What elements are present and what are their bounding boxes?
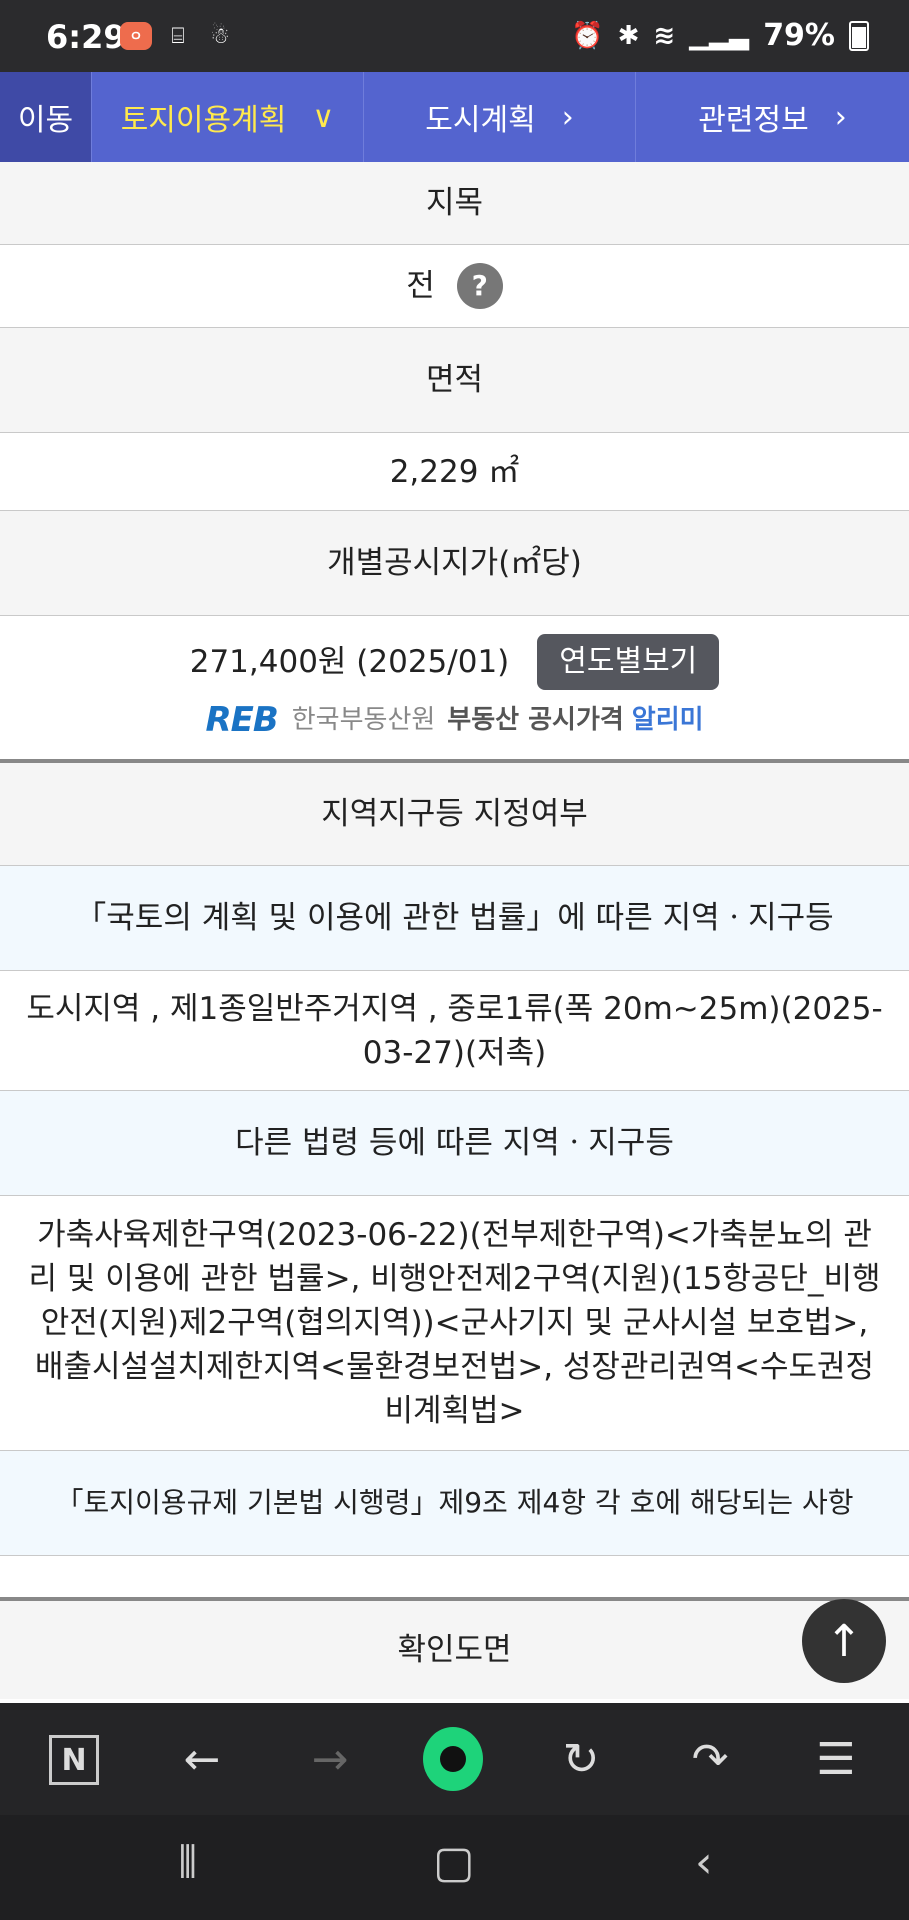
year-view-button[interactable]: 연도별보기	[537, 633, 720, 690]
share-button[interactable]: ↷	[680, 1729, 740, 1789]
zoning-label: 지역지구등 지정여부	[321, 796, 588, 832]
chevron-right-icon: ›	[561, 99, 574, 135]
jimok-value: 전	[406, 268, 435, 304]
home-icon[interactable]: ▢	[433, 1837, 475, 1888]
other-law-value: 가축사육제한구역(2023-06-22)(전부제한구역)<가축분뇨의 관리 및 …	[28, 1217, 881, 1429]
share-icon: ↷	[691, 1733, 729, 1785]
reb-logo: REB	[205, 699, 278, 740]
map-label: 확인도면	[397, 1632, 512, 1668]
wifi-icon: ≋	[653, 20, 676, 51]
arrow-right-icon: →	[311, 1733, 349, 1785]
chevron-right-icon: ›	[834, 99, 847, 135]
tab-related-label: 관련정보	[698, 103, 809, 138]
land-info-table: 지목 전 ? 면적 2,229 ㎡ 개별공시지가(㎡당) 271,400원 (2…	[0, 162, 909, 1699]
help-icon[interactable]: ?	[456, 263, 503, 309]
chevron-down-icon: ∨	[312, 99, 335, 135]
battery-icon	[849, 20, 869, 51]
reb-banner[interactable]: REB 한국부동산원 부동산 공시가격 알리미	[205, 698, 703, 742]
naver-n-icon: N	[61, 1742, 87, 1778]
reb-service: 부동산 공시가격	[447, 704, 624, 735]
green-dot-icon	[423, 1727, 483, 1791]
browser-toolbar: N ← → ↻ ↷ ☰	[0, 1703, 909, 1815]
tab-related-info[interactable]: 관련정보 ›	[636, 72, 909, 162]
tab-land-use-plan[interactable]: 토지이용계획 ∨	[92, 72, 364, 162]
tab-city-plan[interactable]: 도시계획 ›	[364, 72, 636, 162]
national-law-label: 「국토의 계획 및 이용에 관한 법률」에 따른 지역ㆍ지구등	[75, 900, 834, 936]
recent-apps-icon[interactable]: ⦀	[178, 1837, 197, 1888]
app-notification-icon: ㅇ	[120, 22, 152, 50]
reb-org: 한국부동산원	[291, 704, 436, 735]
scroll-top-button[interactable]: ↑	[802, 1599, 886, 1683]
arrow-up-icon: ↑	[825, 1615, 863, 1667]
tab-city-plan-label: 도시계획	[425, 103, 536, 138]
arrow-left-icon: ←	[183, 1733, 221, 1785]
green-dot-button[interactable]	[423, 1727, 483, 1791]
naver-home-button[interactable]: N	[49, 1735, 99, 1785]
tab-land-use-label: 토지이용계획	[120, 103, 287, 138]
enforcement-label: 「토지이용규제 기본법 시행령」제9조 제4항 각 호에 해당되는 사항	[55, 1486, 854, 1519]
jimok-label: 지목	[425, 185, 484, 221]
price-row: 271,400원 (2025/01) 연도별보기 REB 한국부동산원 부동산 …	[0, 616, 909, 763]
price-label: 개별공시지가(㎡당)	[327, 545, 582, 581]
system-nav-bar: ⦀ ▢ ‹	[0, 1815, 909, 1920]
refresh-button[interactable]: ↻	[551, 1729, 611, 1789]
jimok-header: 지목	[0, 162, 909, 245]
national-law-value: 도시지역 , 제1종일반주거지역 , 중로1류(폭 20m~25m)(2025-…	[26, 990, 883, 1071]
price-value: 271,400원 (2025/01)	[189, 643, 510, 680]
national-law-row: 도시지역 , 제1종일반주거지역 , 중로1류(폭 20m~25m)(2025-…	[0, 971, 909, 1091]
forward-button[interactable]: →	[300, 1729, 360, 1789]
enforcement-header: 「토지이용규제 기본법 시행령」제9조 제4항 각 호에 해당되는 사항	[0, 1451, 909, 1556]
back-nav-icon[interactable]: ‹	[695, 1837, 713, 1888]
status-right: ⏰ ✱ ≋ ▁▂▃ 79%	[571, 18, 869, 53]
notification-icons: ㅇ ⌸ ☃	[120, 22, 236, 50]
zoning-header: 지역지구등 지정여부	[0, 763, 909, 866]
bixby-icon: ☃	[210, 23, 230, 49]
alarm-icon: ⏰	[571, 20, 604, 51]
menu-icon: ☰	[816, 1733, 856, 1785]
national-law-header: 「국토의 계획 및 이용에 관한 법률」에 따른 지역ㆍ지구등	[0, 866, 909, 971]
other-law-label: 다른 법령 등에 따른 지역ㆍ지구등	[235, 1125, 674, 1161]
jimok-row: 전 ?	[0, 245, 909, 328]
signal-icon: ▁▂▃	[689, 20, 750, 51]
area-label: 면적	[425, 362, 484, 398]
price-header: 개별공시지가(㎡당)	[0, 511, 909, 616]
other-law-header: 다른 법령 등에 따른 지역ㆍ지구등	[0, 1091, 909, 1196]
battery-percent: 79%	[763, 18, 835, 53]
bluetooth-icon: ✱	[617, 20, 640, 51]
refresh-icon: ↻	[562, 1733, 600, 1785]
tab-move-label: 이동	[17, 103, 74, 138]
enforcement-row	[0, 1556, 909, 1601]
tab-bar: 이동 토지이용계획 ∨ 도시계획 › 관련정보 ›	[0, 72, 909, 162]
status-bar: 6:29 ㅇ ⌸ ☃ ⏰ ✱ ≋ ▁▂▃ 79%	[0, 0, 909, 72]
area-row: 2,229 ㎡	[0, 433, 909, 511]
voicemail-icon: ⌸	[171, 23, 185, 49]
back-button[interactable]: ←	[172, 1729, 232, 1789]
status-time: 6:29	[46, 18, 126, 56]
tab-move[interactable]: 이동	[0, 72, 92, 162]
menu-button[interactable]: ☰	[806, 1729, 866, 1789]
map-header: 확인도면	[0, 1601, 909, 1699]
area-header: 면적	[0, 328, 909, 433]
other-law-row: 가축사육제한구역(2023-06-22)(전부제한구역)<가축분뇨의 관리 및 …	[0, 1196, 909, 1451]
area-value: 2,229 ㎡	[389, 453, 520, 490]
reb-alimi: 알리미	[631, 704, 704, 735]
